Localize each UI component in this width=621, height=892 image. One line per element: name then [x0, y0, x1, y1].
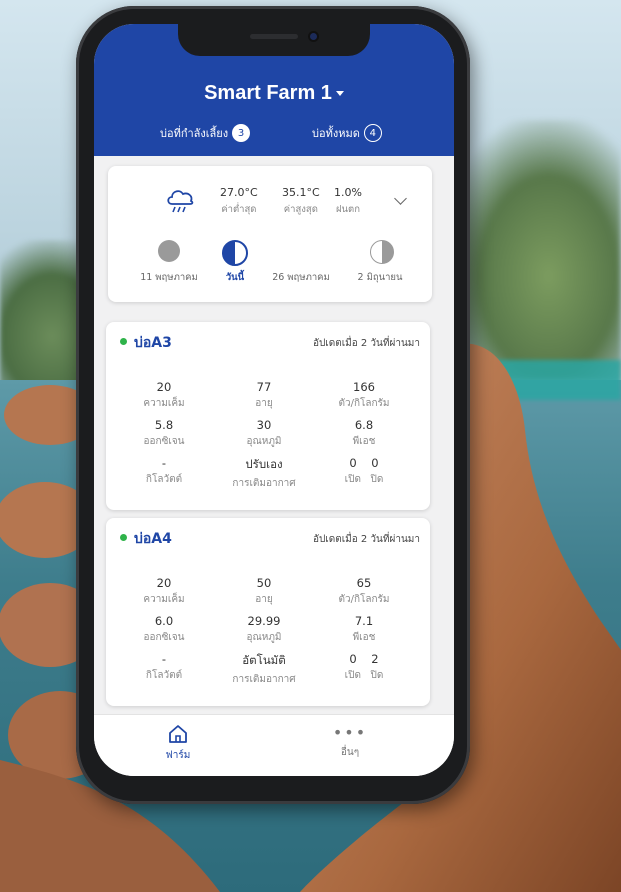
updated-time: อัปเดตเมื่อ 2 วันที่ผ่านมา [312, 534, 420, 545]
metric-aerator-on-off: 0 2 เปิด ปิด [344, 652, 384, 681]
metric-aeration: อัตโนมัติ การเติมอากาศ [232, 653, 296, 685]
farm-title: Smart Farm 1 [204, 82, 332, 104]
front-camera [310, 33, 317, 40]
phone-notch [178, 24, 370, 56]
chevron-down-icon[interactable] [394, 192, 407, 205]
nav-more-label: อื่นๆ [340, 747, 360, 758]
metric-temperature: 29.99 อุณหภูมิ [246, 614, 282, 643]
first-quarter-moon-icon [222, 240, 248, 266]
metric-kilowatt: - กิโลวัตต์ [145, 456, 183, 485]
pond-name: บ่อA3 [134, 335, 172, 351]
status-dot [120, 338, 127, 345]
metric-size: 65 ตัว/กิโลกรัม [338, 576, 390, 605]
metric-salinity: 20 ความเค็ม [143, 380, 185, 409]
metric-aeration: ปรับเอง การเติมอากาศ [232, 457, 296, 489]
updated-time: อัปเดตเมื่อ 2 วันที่ผ่านมา [312, 338, 420, 349]
metric-temperature: 30 อุณหภูมิ [246, 418, 282, 447]
app-screen: Smart Farm 1 บ่อที่กำลังเลี้ยง 3 บ่อทั้ง… [94, 24, 454, 776]
max-temp: 35.1°C ค่าสูงสุด [282, 186, 320, 215]
last-quarter-moon-icon [370, 240, 394, 264]
tab-label: บ่อที่กำลังเลี้ยง [160, 127, 229, 140]
metric-kilowatt: - กิโลวัตต์ [145, 652, 183, 681]
pond-name: บ่อA4 [134, 531, 172, 547]
pond-card[interactable]: บ่อA4 อัปเดตเมื่อ 2 วันที่ผ่านมา 20 ความเ… [106, 518, 430, 706]
caret-down-icon [335, 91, 344, 97]
tab-active-ponds[interactable]: บ่อที่กำลังเลี้ยง 3 [160, 124, 251, 142]
min-temp: 27.0°C ค่าต่ำสุด [220, 186, 258, 215]
weather-card[interactable]: 27.0°C ค่าต่ำสุด 35.1°C ค่าสูงสุด 1.0% ฝ… [108, 166, 432, 302]
pond-card[interactable]: บ่อA3 อัปเดตเมื่อ 2 วันที่ผ่านมา 20 ความเ… [106, 322, 430, 510]
metric-size: 166 ตัว/กิโลกรัม [338, 380, 390, 409]
tab-all-ponds[interactable]: บ่อทั้งหมด 4 [312, 124, 382, 142]
rain-chance: 1.0% ฝนตก [334, 186, 362, 215]
home-icon [169, 725, 187, 743]
metric-salinity: 20 ความเค็ม [143, 576, 185, 605]
metric-aerator-on-off: 0 0 เปิด ปิด [344, 456, 384, 485]
metric-age: 77 อายุ [255, 380, 273, 409]
metric-age: 50 อายุ [255, 576, 273, 605]
metric-oxygen: 6.0 ออกซิเจน [143, 614, 185, 643]
nav-farm[interactable]: ฟาร์ม [138, 723, 218, 763]
new-moon-icon [158, 240, 180, 262]
nav-more[interactable]: ••• อื่นๆ [310, 723, 390, 760]
moon-date-label: 26 พฤษภาคม [272, 272, 330, 283]
rain-cloud-icon [167, 190, 194, 213]
metric-oxygen: 5.8 ออกซิเจน [143, 418, 185, 447]
count-badge: 4 [363, 124, 382, 142]
status-dot [120, 534, 127, 541]
metric-ph: 7.1 พีเอช [352, 614, 376, 643]
nav-farm-label: ฟาร์ม [165, 750, 191, 761]
bottom-nav: ฟาร์ม ••• อื่นๆ [94, 714, 454, 776]
tab-label: บ่อทั้งหมด [312, 127, 360, 140]
farm-selector[interactable]: Smart Farm 1 [94, 82, 454, 105]
more-dots-icon: ••• [332, 723, 368, 742]
metric-ph: 6.8 พีเอช [352, 418, 376, 447]
moon-date-label: 2 มิถุนายน [357, 272, 403, 283]
speaker-grille [250, 34, 298, 39]
count-badge: 3 [232, 124, 251, 142]
